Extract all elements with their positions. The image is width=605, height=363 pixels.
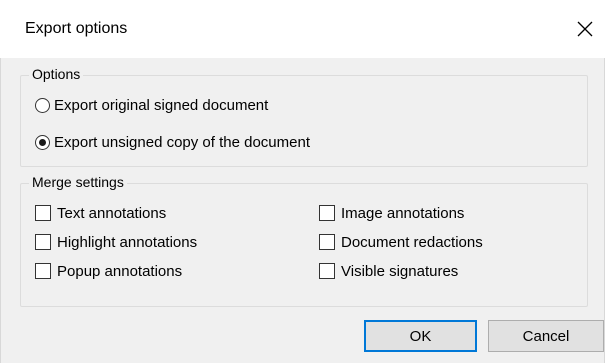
radio-label: Export original signed document: [54, 96, 269, 114]
checkbox-text-annotations[interactable]: Text annotations: [35, 202, 166, 224]
radio-label: Export unsigned copy of the document: [54, 133, 310, 151]
close-icon: [577, 21, 593, 37]
checkbox-highlight-annotations[interactable]: Highlight annotations: [35, 231, 197, 253]
options-group: Options Export original signed document …: [20, 66, 588, 167]
checkbox-label: Popup annotations: [57, 262, 183, 280]
checkbox-label: Document redactions: [341, 233, 483, 251]
checkbox-label: Highlight annotations: [57, 233, 198, 251]
title-bar: Export options: [0, 0, 605, 58]
checkbox[interactable]: [319, 263, 335, 279]
checkbox[interactable]: [35, 263, 51, 279]
checkbox-label: Image annotations: [341, 204, 465, 222]
checkbox-visible-signatures[interactable]: Visible signatures: [319, 260, 458, 282]
close-button[interactable]: [565, 13, 605, 49]
radio-export-unsigned[interactable]: Export unsigned copy of the document: [35, 131, 310, 153]
checkbox-label: Text annotations: [57, 204, 167, 222]
checkbox-document-redactions[interactable]: Document redactions: [319, 231, 483, 253]
checkbox[interactable]: [319, 234, 335, 250]
checkbox[interactable]: [35, 234, 51, 250]
radio-button[interactable]: [35, 134, 50, 150]
checkbox-label: Visible signatures: [341, 262, 459, 280]
dialog-title: Export options: [25, 20, 128, 37]
radio-button[interactable]: [35, 97, 50, 113]
checkbox[interactable]: [35, 205, 51, 221]
checkbox[interactable]: [319, 205, 335, 221]
checkbox-popup-annotations[interactable]: Popup annotations: [35, 260, 182, 282]
cancel-button[interactable]: Cancel: [488, 320, 604, 352]
options-group-label: Options: [29, 66, 84, 82]
ok-button[interactable]: OK: [364, 320, 477, 352]
merge-settings-group: Merge settings Text annotations Highligh…: [20, 174, 588, 307]
checkbox-image-annotations[interactable]: Image annotations: [319, 202, 464, 224]
radio-export-original[interactable]: Export original signed document: [35, 94, 268, 116]
merge-settings-label: Merge settings: [29, 174, 127, 190]
dialog-body: Options Export original signed document …: [0, 58, 605, 363]
